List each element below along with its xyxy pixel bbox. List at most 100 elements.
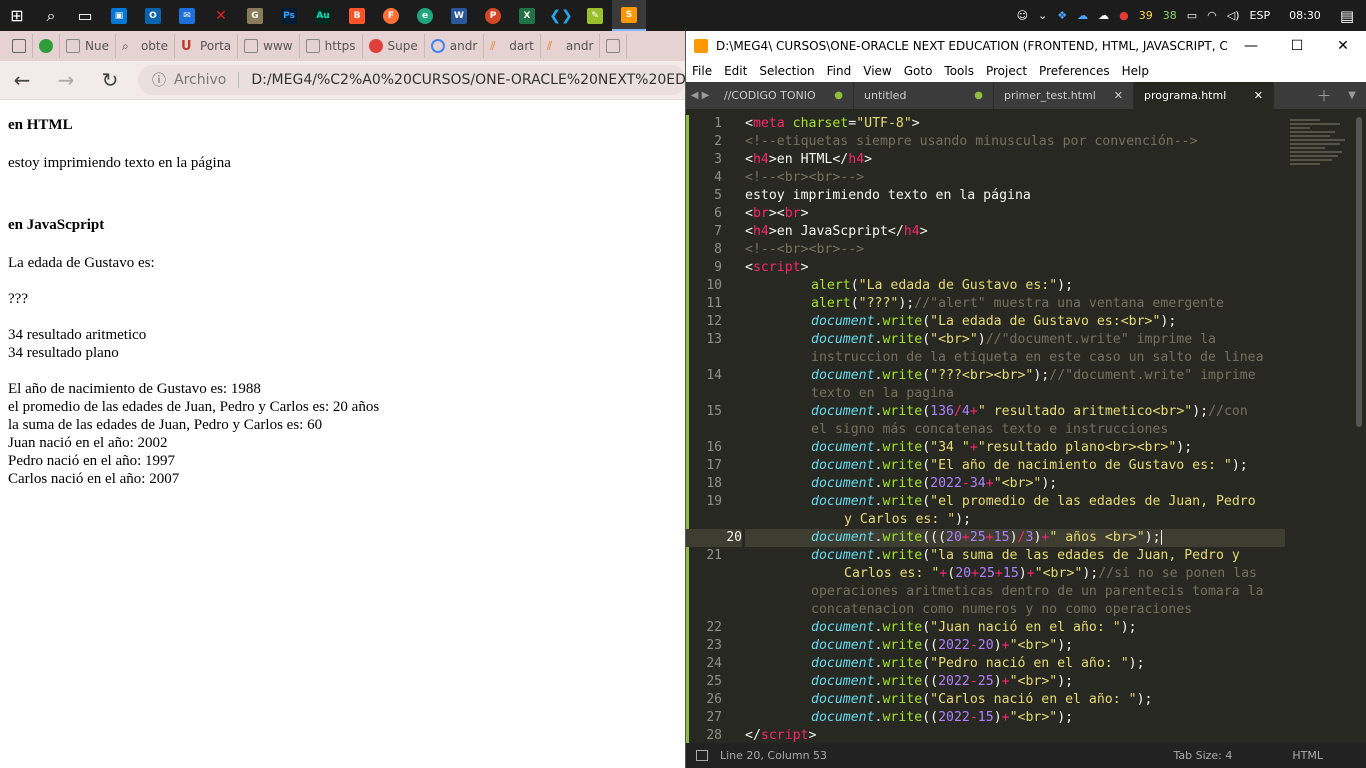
cloud-icon[interactable]: ☁ [1093, 9, 1114, 22]
antivirus-icon[interactable]: ● [1114, 9, 1134, 22]
output-line: ??? [8, 291, 28, 307]
system-tray: ☺ ⌄ ❖ ☁ ☁ ● 39 38 ▭ ◠ ◁) ESP 08:30 ▤ [1012, 0, 1366, 31]
tab-6[interactable]: https [300, 34, 363, 58]
gimp-icon[interactable]: G [238, 0, 272, 31]
tab-1[interactable] [33, 34, 60, 58]
tab-7[interactable]: Supe [363, 34, 425, 58]
page-content: en HTML estoy imprimiendo texto en la pá… [0, 100, 686, 496]
menu-project[interactable]: Project [980, 64, 1033, 78]
syntax-mode[interactable]: HTML [1292, 749, 1323, 762]
menu-view[interactable]: View [857, 64, 897, 78]
heading-html: en HTML [8, 117, 73, 133]
keyboard-language[interactable]: ESP [1245, 9, 1276, 22]
tab-5[interactable]: www [238, 34, 300, 58]
tray-number-1[interactable]: 39 [1134, 9, 1158, 22]
tab-size[interactable]: Tab Size: 4 [1173, 749, 1232, 762]
menu-edit[interactable]: Edit [718, 64, 753, 78]
tab-10[interactable]: ⫽ andr [541, 34, 601, 58]
menu-file[interactable]: File [686, 64, 718, 78]
tab-label: untitled [864, 89, 907, 102]
volume-icon[interactable]: ◁) [1222, 9, 1245, 22]
tab-9[interactable]: ⫽ dart [484, 34, 541, 58]
sublime-icon[interactable]: S [612, 0, 646, 31]
tab-label: obte [140, 39, 169, 53]
minimap[interactable] [1290, 117, 1350, 189]
tab-label: Nue [85, 39, 109, 53]
info-icon[interactable]: ⓘ [152, 70, 166, 90]
search-icon[interactable]: ⌕ [34, 0, 68, 31]
powerpoint-icon[interactable]: P [476, 0, 510, 31]
brave-icon[interactable]: B [340, 0, 374, 31]
menu-preferences[interactable]: Preferences [1033, 64, 1116, 78]
menu-help[interactable]: Help [1116, 64, 1155, 78]
battery-icon[interactable]: ▭ [1182, 9, 1202, 22]
tab-programa[interactable]: programa.html ✕ [1134, 82, 1274, 109]
store-icon[interactable]: ▣ [102, 0, 136, 31]
tab-11[interactable] [600, 34, 628, 58]
minimize-icon[interactable]: — [1228, 38, 1274, 54]
excel-icon[interactable]: X [510, 0, 544, 31]
people-icon[interactable]: ☺ [1012, 9, 1033, 22]
tab-label: www [263, 39, 293, 53]
menu-tools[interactable]: Tools [938, 64, 980, 78]
word-icon[interactable]: W [442, 0, 476, 31]
panel-toggle-icon[interactable] [696, 750, 708, 761]
forward-arrow-icon[interactable]: → [44, 68, 88, 92]
back-arrow-icon[interactable]: ← [0, 68, 44, 92]
output-line: La edada de Gustavo es: [8, 255, 155, 271]
clock[interactable]: 08:30 [1275, 9, 1335, 22]
xmind-icon[interactable]: ✕ [204, 0, 238, 31]
notification-icon[interactable]: ▤ [1335, 7, 1366, 25]
edge-icon[interactable]: e [408, 0, 442, 31]
onedrive-icon[interactable]: ☁ [1072, 9, 1093, 22]
chevron-up-icon[interactable]: ⌄ [1033, 9, 1052, 22]
tab-4[interactable]: U Porta [175, 34, 239, 58]
browser-toolbar: ← → ↻ ⓘ Archivo D:/MEG4/%C2%A0%20CURSOS/… [0, 61, 686, 100]
photoshop-icon[interactable]: Ps [272, 0, 306, 31]
cursor-position[interactable]: Line 20, Column 53 [720, 749, 827, 762]
notepad-icon[interactable]: ✎ [578, 0, 612, 31]
close-tab-icon[interactable]: ✕ [1114, 89, 1123, 102]
firefox-icon[interactable]: F [374, 0, 408, 31]
tab-label: programa.html [1144, 89, 1227, 102]
reload-icon[interactable]: ↻ [88, 68, 132, 92]
tab-untitled[interactable]: untitled ● [854, 82, 994, 109]
menu-selection[interactable]: Selection [753, 64, 820, 78]
menu-find[interactable]: Find [821, 64, 858, 78]
output-line: el promedio de las edades de Juan, Pedro… [8, 399, 380, 415]
vscode-icon[interactable]: ❮❯ [544, 0, 578, 31]
tab-primer-test[interactable]: primer_test.html ✕ [994, 82, 1134, 109]
url-text[interactable]: D:/MEG4/%C2%A0%20CURSOS/ONE-ORACLE%20NEX… [251, 72, 686, 88]
task-view-icon[interactable]: ▭ [68, 0, 102, 31]
wifi-icon[interactable]: ◠ [1202, 9, 1222, 22]
tab-codigo-tonio[interactable]: //CODIGO TONIO ● [714, 82, 854, 109]
vertical-scrollbar[interactable] [1356, 117, 1362, 427]
mail-icon[interactable]: ✉ [170, 0, 204, 31]
close-tab-icon[interactable]: ✕ [1254, 89, 1263, 102]
output-line: 34 resultado aritmetico [8, 327, 147, 343]
new-tab-icon[interactable]: ＋ [1310, 82, 1338, 109]
maximize-icon[interactable]: ☐ [1274, 38, 1320, 54]
menu-goto[interactable]: Goto [898, 64, 939, 78]
tab-3[interactable]: ⌕ obte [116, 34, 176, 58]
audition-icon[interactable]: Au [306, 0, 340, 31]
tab-actions-icon[interactable] [6, 34, 33, 58]
tab-label: andr [565, 39, 594, 53]
paragraph-text: estoy imprimiendo texto en la página [8, 155, 231, 171]
tab-label: https [324, 39, 356, 53]
code-area[interactable]: 1 2 3 4 5 6 7 8 9 10 11 12 13 14 15 16 17 18 19 20 21 22… [686, 115, 1356, 743]
tab-2[interactable]: Nue [60, 34, 116, 58]
dropbox-icon[interactable]: ❖ [1052, 9, 1072, 22]
tab-8[interactable]: andr [425, 34, 485, 58]
tab-label: dart [509, 39, 534, 53]
outlook-icon[interactable]: O [136, 0, 170, 31]
windows-start-icon[interactable]: ⊞ [0, 0, 34, 31]
tray-number-2[interactable]: 38 [1158, 9, 1182, 22]
output-line: la suma de las edades de Juan, Pedro y C… [8, 417, 323, 433]
address-bar[interactable]: ⓘ Archivo D:/MEG4/%C2%A0%20CURSOS/ONE-OR… [138, 65, 686, 95]
tab-nav-arrows-icon[interactable]: ◀ ▶ [686, 82, 714, 109]
menu-bar: File Edit Selection Find View Goto Tools… [686, 60, 1366, 82]
code-lines[interactable]: <meta charset="UTF-8"> <!--etiquetas sie… [745, 115, 1285, 745]
close-icon[interactable]: ✕ [1320, 38, 1366, 54]
tab-list-icon[interactable]: ▼ [1338, 82, 1366, 109]
